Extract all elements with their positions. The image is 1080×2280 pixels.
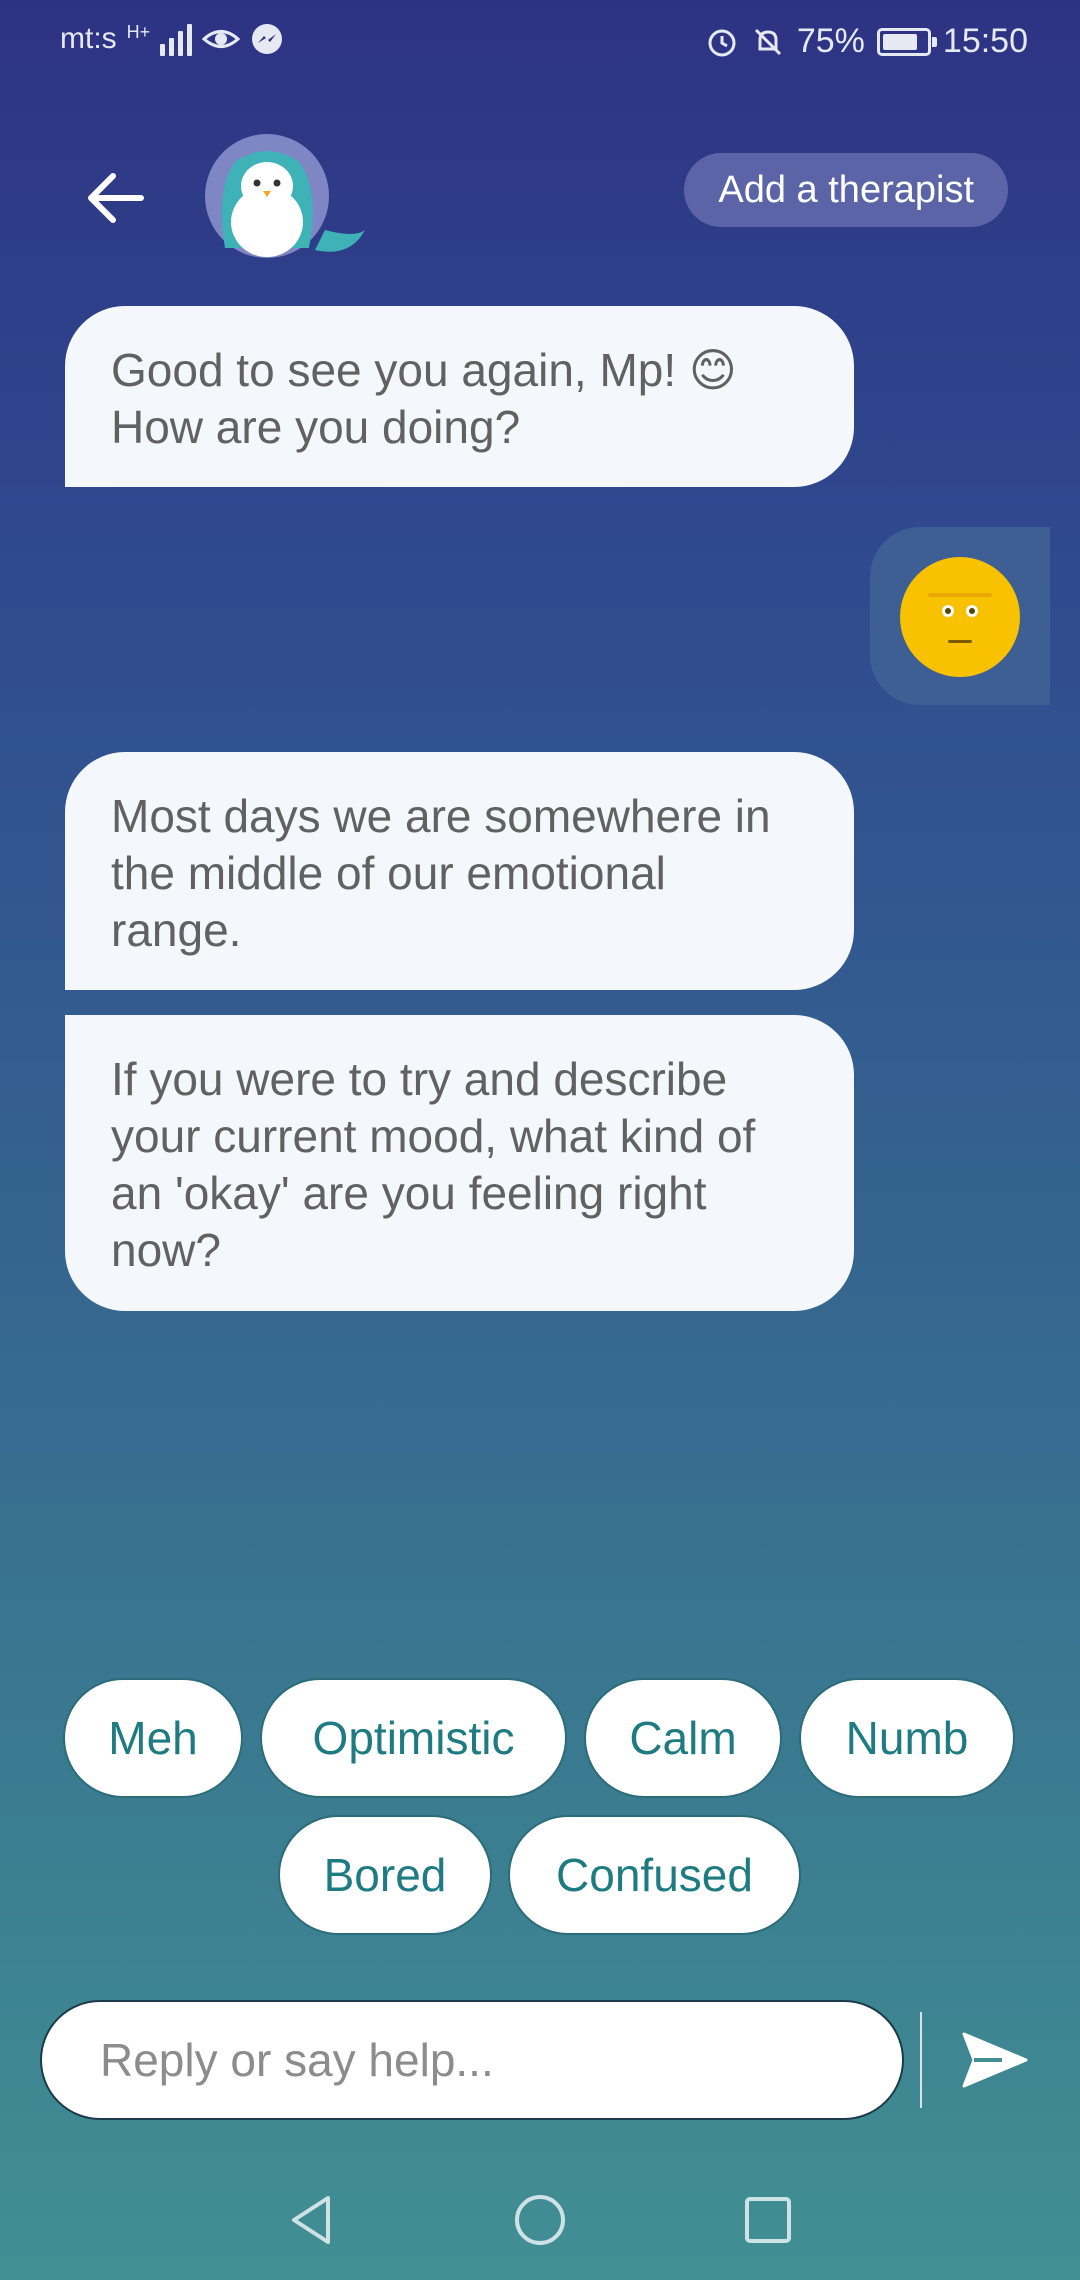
status-left: mt:s H+ [60, 22, 284, 56]
alarm-icon [708, 29, 736, 56]
composer [40, 2000, 1040, 2120]
nav-back-button[interactable] [280, 2188, 344, 2252]
back-button[interactable] [80, 163, 150, 233]
triangle-back-icon [292, 2196, 330, 2244]
circle-home-icon [515, 2195, 565, 2245]
eye-icon [202, 30, 241, 48]
bot-message: Good to see you again, Mp! 😊 How are you… [65, 306, 854, 487]
arrow-left-icon [88, 173, 144, 223]
bot-avatar [205, 130, 375, 260]
chat-header: Add a therapist [0, 125, 1080, 265]
send-button[interactable] [955, 2022, 1035, 2098]
quick-reply-bored[interactable]: Bored [278, 1815, 492, 1935]
battery-percent: 75% [796, 22, 865, 60]
quick-reply-confused[interactable]: Confused [508, 1815, 801, 1935]
add-therapist-button[interactable]: Add a therapist [684, 153, 1008, 227]
bot-message: If you were to try and describe your cur… [65, 1015, 854, 1311]
status-bar: mt:s H+ 75% 15:50 [0, 0, 1080, 90]
battery-icon [876, 27, 937, 56]
user-mood-message [870, 527, 1050, 705]
neutral-face-icon [900, 557, 1020, 677]
signal-icon [160, 22, 193, 56]
bot-message: Most days we are somewhere in the middle… [65, 752, 854, 990]
system-nav-bar [0, 2160, 1080, 2280]
quick-reply-optimistic[interactable]: Optimistic [260, 1678, 567, 1798]
network-type: H+ [126, 22, 151, 42]
clock: 15:50 [942, 22, 1028, 60]
composer-divider [920, 2012, 922, 2108]
square-recents-icon [745, 2197, 791, 2243]
quick-reply-numb[interactable]: Numb [799, 1678, 1015, 1798]
muted-bell-icon [754, 28, 781, 55]
messenger-icon [252, 24, 283, 54]
quick-reply-meh[interactable]: Meh [63, 1678, 243, 1798]
penguin-icon [205, 134, 365, 258]
nav-home-button[interactable] [508, 2188, 572, 2252]
carrier-label: mt:s [60, 22, 117, 55]
quick-reply-calm[interactable]: Calm [584, 1678, 782, 1798]
send-icon [962, 2032, 1028, 2088]
nav-recents-button[interactable] [736, 2188, 800, 2252]
status-right: 75% 15:50 [705, 22, 1028, 61]
reply-input[interactable] [40, 2000, 904, 2120]
